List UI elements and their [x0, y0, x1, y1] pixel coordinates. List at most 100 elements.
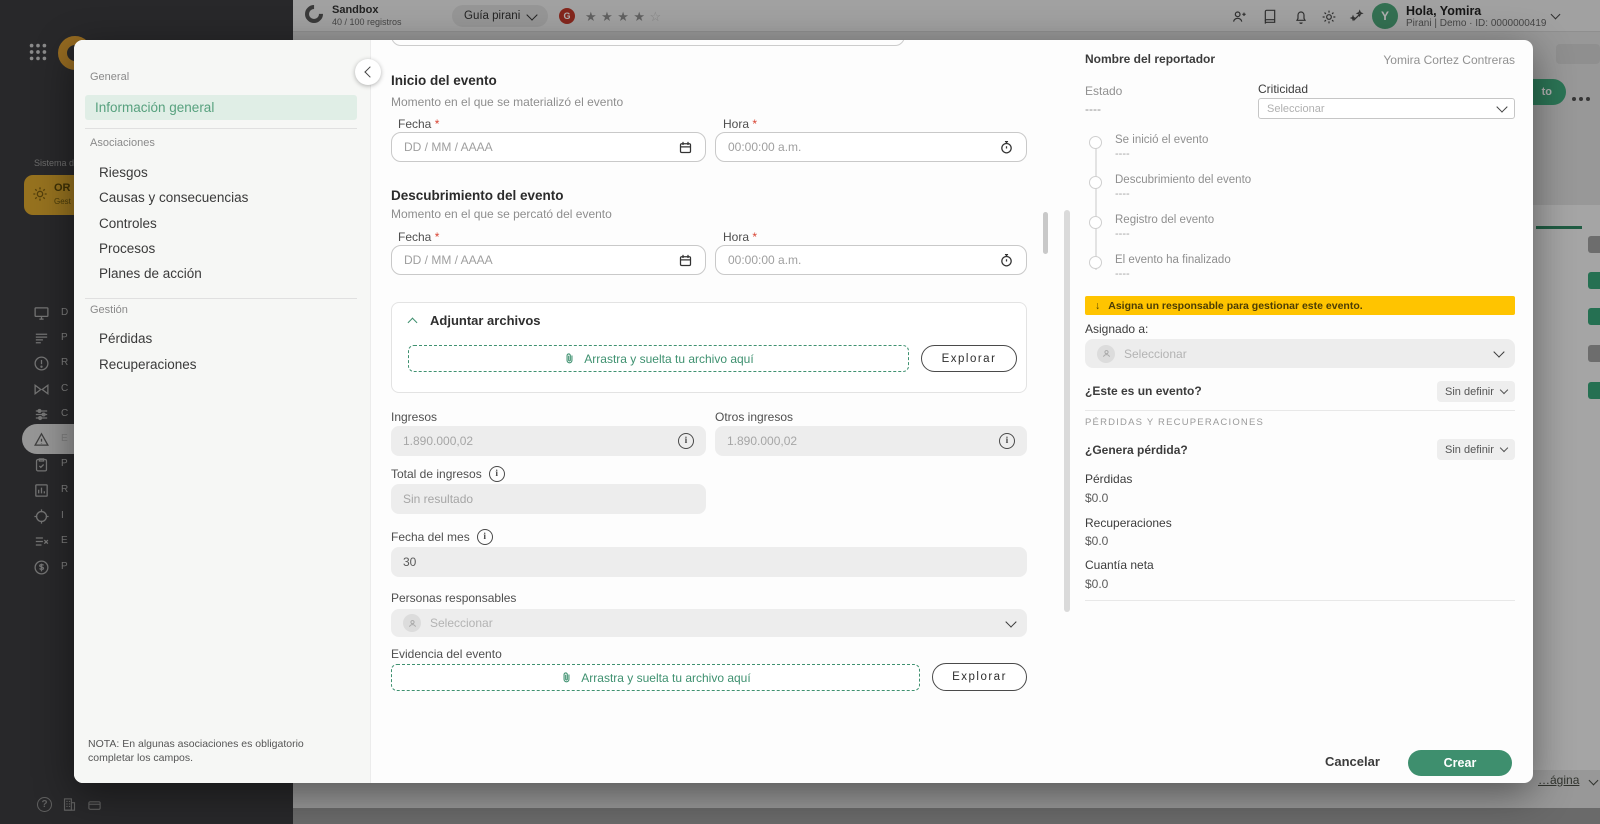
es-evento-value: Sin definir: [1445, 386, 1494, 398]
inicio-fecha-input[interactable]: DD / MM / AAAA: [391, 132, 706, 162]
sidebar-item-planes[interactable]: Planes de acción: [99, 266, 202, 281]
hora-label: Hora *: [723, 117, 757, 131]
sidebar-item-causas[interactable]: Causas y consecuencias: [99, 190, 248, 205]
explorar-label: Explorar: [952, 671, 1007, 683]
total-ingresos-label: Total de ingresos: [391, 466, 505, 482]
timeline-title: El evento ha finalizado: [1115, 254, 1231, 266]
sidebar-item-label: Información general: [95, 100, 214, 115]
divider: [1085, 600, 1515, 601]
sidebar-item-informacion-general[interactable]: Información general: [85, 95, 357, 120]
explorar-label: Explorar: [942, 353, 997, 365]
explorar-button[interactable]: Explorar: [921, 345, 1017, 372]
adjuntar-dropzone[interactable]: Arrastra y suelta tu archivo aquí: [408, 345, 909, 372]
assign-banner: ↓ Asigna un responsable para gestionar e…: [1085, 296, 1515, 315]
adjuntar-card: Adjuntar archivos Arrastra y suelta tu a…: [391, 302, 1027, 393]
asignado-placeholder: Seleccionar: [1124, 347, 1486, 361]
sidebar-item-recuperaciones[interactable]: Recuperaciones: [99, 357, 197, 372]
descubrimiento-fecha-input[interactable]: DD / MM / AAAA: [391, 245, 706, 275]
ingresos-input: 1.890.000,02: [391, 426, 706, 456]
explorar-button[interactable]: Explorar: [932, 663, 1027, 691]
perdidas-value: $0.0: [1085, 491, 1108, 505]
sidebar-item-procesos[interactable]: Procesos: [99, 241, 155, 256]
evidencia-dropzone[interactable]: Arrastra y suelta tu archivo aquí: [391, 664, 920, 691]
modal-sidebar: General Información general Asociaciones…: [74, 40, 371, 783]
otros-ingresos-value: 1.890.000,02: [727, 434, 999, 448]
sidebar-item-controles[interactable]: Controles: [99, 216, 157, 231]
clock-icon[interactable]: [999, 140, 1014, 155]
timeline-title: Descubrimiento del evento: [1115, 174, 1251, 186]
info-icon[interactable]: [999, 433, 1015, 449]
fecha-placeholder: DD / MM / AAAA: [404, 140, 678, 154]
hora-placeholder: 00:00:00 a.m.: [728, 253, 999, 267]
screen: Sistema d OR Gest D P R C C E P R I E: [0, 0, 1600, 824]
descubrimiento-hora-input[interactable]: 00:00:00 a.m.: [715, 245, 1027, 275]
criticidad-label: Criticidad: [1258, 82, 1308, 96]
recuperaciones-label: Recuperaciones: [1085, 516, 1172, 530]
timeline-title: Se inició el evento: [1115, 134, 1208, 146]
clock-icon[interactable]: [999, 253, 1014, 268]
es-evento-select[interactable]: Sin definir: [1437, 381, 1515, 402]
paperclip-icon: [560, 671, 573, 684]
sidebar-note: NOTA: En algunas asociaciones es obligat…: [88, 737, 350, 765]
fecha-placeholder: DD / MM / AAAA: [404, 253, 678, 267]
personas-placeholder: Seleccionar: [430, 616, 998, 630]
timeline-title: Registro del evento: [1115, 214, 1214, 226]
info-icon[interactable]: [477, 529, 493, 545]
sidebar-item-riesgos[interactable]: Riesgos: [99, 165, 148, 180]
fecha-mes-value: 30: [403, 555, 1015, 569]
assign-banner-text: Asigna un responsable para gestionar est…: [1108, 300, 1362, 312]
divider: [85, 128, 357, 129]
inicio-title: Inicio del evento: [391, 73, 497, 88]
genera-perdida-select[interactable]: Sin definir: [1437, 439, 1515, 460]
divider: [85, 298, 357, 299]
chevron-down-icon: [1005, 616, 1016, 627]
criticidad-placeholder: Seleccionar: [1267, 103, 1498, 115]
genera-perdida-label: ¿Genera pérdida?: [1085, 443, 1188, 457]
ingresos-value: 1.890.000,02: [403, 434, 678, 448]
section-label-asociaciones: Asociaciones: [90, 137, 155, 149]
sidebar-item-perdidas[interactable]: Pérdidas: [99, 331, 152, 346]
es-evento-label: ¿Este es un evento?: [1085, 384, 1202, 398]
personas-select[interactable]: Seleccionar: [391, 609, 1027, 637]
dropzone-text: Arrastra y suelta tu archivo aquí: [581, 671, 750, 685]
estado-label: Estado: [1085, 84, 1122, 98]
fecha-label: Fecha *: [398, 117, 439, 131]
required-marker: *: [752, 230, 757, 244]
inicio-hora-input[interactable]: 00:00:00 a.m.: [715, 132, 1027, 162]
chevron-down-icon: [1493, 346, 1504, 357]
hora-label: Hora *: [723, 230, 757, 244]
cancel-button[interactable]: Cancelar: [1325, 754, 1380, 769]
total-ingresos-value: Sin resultado: [403, 492, 694, 506]
otros-ingresos-input: 1.890.000,02: [715, 426, 1027, 456]
required-marker: *: [752, 117, 757, 131]
event-modal: General Información general Asociaciones…: [74, 40, 1533, 783]
fecha-label: Fecha *: [398, 230, 439, 244]
asignado-select[interactable]: Seleccionar: [1085, 339, 1515, 368]
create-button[interactable]: Crear: [1408, 750, 1512, 776]
criticidad-select[interactable]: Seleccionar: [1258, 98, 1515, 119]
perdidas-label: Pérdidas: [1085, 472, 1132, 486]
fecha-mes-input: 30: [391, 547, 1027, 577]
calendar-icon[interactable]: [678, 253, 693, 268]
section-label-gestion: Gestión: [90, 304, 128, 316]
descubrimiento-title: Descubrimiento del evento: [391, 188, 564, 203]
timeline-value: ----: [1115, 148, 1130, 160]
calendar-icon[interactable]: [678, 140, 693, 155]
fecha-mes-label: Fecha del mes: [391, 529, 493, 545]
reporter-name: Yomira Cortez Contreras: [1255, 53, 1515, 67]
adjuntar-title: Adjuntar archivos: [430, 313, 541, 328]
arrow-down-icon: ↓: [1095, 300, 1100, 312]
event-name-field-cutoff[interactable]: [391, 40, 905, 46]
collapse-section-icon[interactable]: [408, 318, 418, 328]
reporter-label: Nombre del reportador: [1085, 52, 1215, 66]
personas-label: Personas responsables: [391, 591, 516, 605]
info-icon[interactable]: [489, 466, 505, 482]
dropzone-text: Arrastra y suelta tu archivo aquí: [584, 352, 753, 366]
person-icon: [1097, 345, 1115, 363]
timeline-dot: [1089, 216, 1102, 229]
timeline-value: ----: [1115, 188, 1130, 200]
required-marker: *: [435, 117, 440, 131]
panel-scrollbar[interactable]: [1064, 210, 1070, 612]
info-icon[interactable]: [678, 433, 694, 449]
form-scrollbar[interactable]: [1043, 212, 1048, 254]
